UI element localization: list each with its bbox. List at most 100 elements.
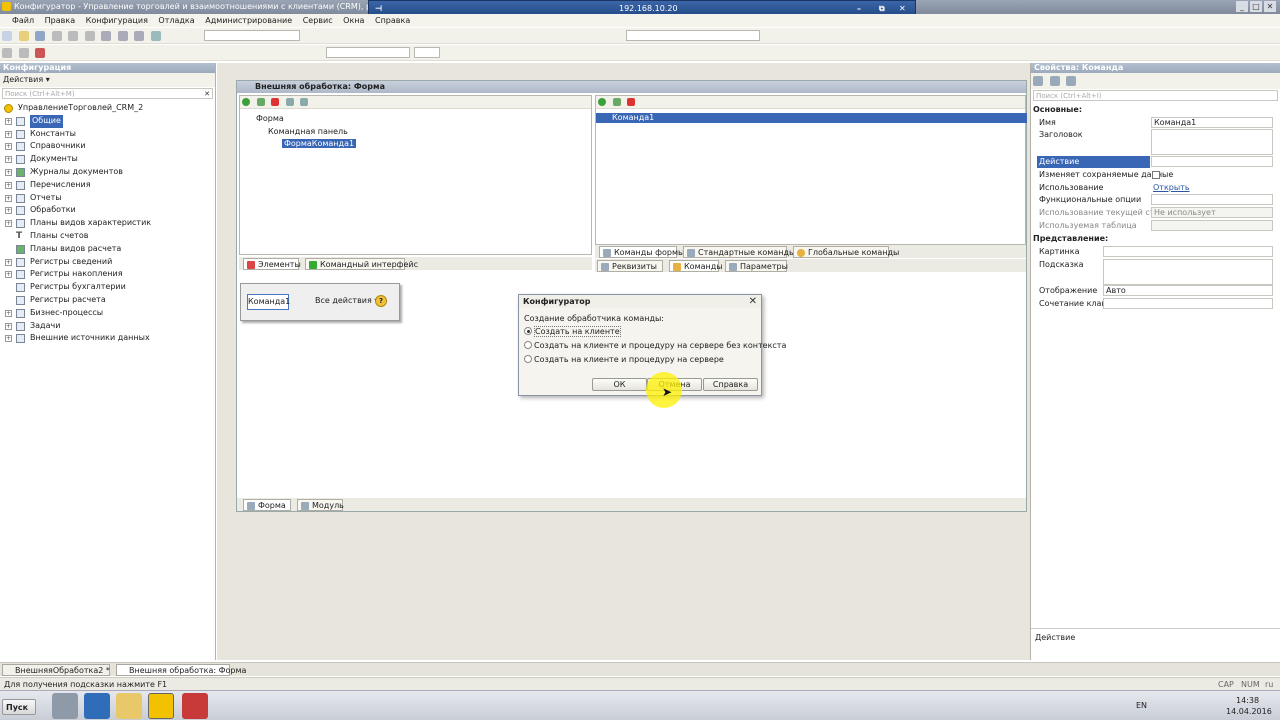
menu-config[interactable]: Конфигурация [82, 14, 152, 27]
edit-icon[interactable] [256, 98, 265, 106]
properties-search-input[interactable]: Поиск (Ctrl+Alt+I) [1033, 90, 1278, 101]
action-field[interactable] [1151, 156, 1273, 167]
option-client-server[interactable]: Создать на клиенте и процедуру на сервер… [524, 355, 724, 364]
expand-icon[interactable]: + [5, 168, 12, 176]
tree-item-tasks[interactable]: + Задачи [0, 320, 215, 333]
tab-elements[interactable]: Элементы [243, 258, 301, 270]
server-manager-icon[interactable] [52, 693, 78, 719]
expand-icon[interactable]: + [5, 220, 12, 228]
close-icon[interactable]: ✕ [749, 296, 757, 307]
current-row-field[interactable]: Не использует [1151, 207, 1273, 218]
menu-admin[interactable]: Администрирование [201, 14, 296, 27]
edit-command-icon[interactable] [612, 98, 621, 106]
preview-command-button[interactable]: Команда1 [247, 294, 290, 310]
tree-item-acc-registers[interactable]: Регистры бухгалтерии [0, 281, 215, 294]
tree-item-documents[interactable]: + Документы [0, 153, 215, 166]
minimize-button[interactable]: _ [1236, 1, 1248, 12]
redo-icon[interactable] [134, 31, 145, 41]
expand-icon[interactable]: + [5, 156, 12, 164]
tray-lang[interactable]: EN [1136, 701, 1147, 710]
find-icon[interactable] [150, 31, 161, 41]
tab-global-commands[interactable]: Глобальные команды [793, 246, 899, 258]
expand-icon[interactable]: + [5, 271, 12, 279]
font-combo[interactable] [326, 47, 410, 58]
display-select[interactable]: Авто [1103, 285, 1273, 296]
tab-commands[interactable]: Команды [669, 260, 723, 272]
tree-command-panel[interactable]: Командная панель [246, 127, 348, 136]
tree-item-calc-types[interactable]: Планы видов расчета [0, 243, 215, 256]
paste-icon[interactable] [84, 31, 95, 41]
maximize-button[interactable]: □ [1250, 1, 1262, 12]
save-icon[interactable] [35, 31, 46, 41]
menu-windows[interactable]: Окна [339, 14, 368, 27]
usage-link[interactable]: Открыть [1153, 182, 1190, 194]
func-options-field[interactable] [1151, 194, 1273, 205]
doc-tab-form[interactable]: Внешняя обработка: Форма [116, 664, 246, 676]
help-icon[interactable]: ? [375, 295, 387, 307]
tree-item-accounts[interactable]: T Планы счетов [0, 230, 215, 243]
modifies-checkbox[interactable] [1152, 171, 1160, 179]
all-actions-menu[interactable]: Все действия ▾ [315, 296, 378, 305]
command-row[interactable]: Команда1 [596, 113, 1027, 123]
menu-service[interactable]: Сервис [299, 14, 337, 27]
tree-item-catalogs[interactable]: + Справочники [0, 140, 215, 153]
tree-item-calc-registers[interactable]: Регистры расчета [0, 294, 215, 307]
tree-item-common[interactable]: + Общие [0, 114, 215, 128]
menu-help[interactable]: Справка [371, 14, 414, 27]
used-table-field[interactable] [1151, 220, 1273, 231]
delete-icon[interactable] [271, 98, 280, 106]
copy-icon[interactable] [68, 31, 79, 41]
expand-icon[interactable]: + [5, 258, 12, 266]
open-icon[interactable] [18, 31, 29, 41]
tree-item-enums[interactable]: + Перечисления [0, 179, 215, 192]
caption-field[interactable] [1151, 129, 1273, 155]
new-icon[interactable] [2, 31, 12, 41]
expand-icon[interactable]: + [5, 322, 12, 330]
tab-module[interactable]: Модуль [297, 499, 344, 511]
print-icon[interactable] [101, 31, 112, 41]
menu-debug[interactable]: Отладка [154, 14, 198, 27]
align-icon[interactable] [18, 48, 29, 58]
tab-attributes[interactable]: Реквизиты [597, 260, 663, 272]
ok-button[interactable]: ОК [592, 378, 647, 391]
config-search-input[interactable]: Поиск (Ctrl+Alt+M) ✕ [2, 88, 213, 99]
menu-file[interactable]: Файл [0, 14, 38, 27]
clear-search-icon[interactable]: ✕ [204, 89, 210, 99]
tree-item-accum-registers[interactable]: + Регистры накопления [0, 268, 215, 281]
move-up-icon[interactable] [285, 98, 294, 106]
actions-menu[interactable]: Действия ▾ [0, 73, 215, 87]
tree-item-journals[interactable]: + Журналы документов [0, 166, 215, 179]
start-button[interactable]: Пуск [2, 699, 36, 715]
sort-icon[interactable] [1049, 76, 1060, 86]
close-button[interactable]: ✕ [1264, 1, 1276, 12]
toolbox-icon[interactable] [182, 693, 208, 719]
tab-command-interface[interactable]: Командный интерфейс [305, 258, 418, 270]
expand-icon[interactable]: + [5, 309, 12, 317]
expand-icon[interactable]: + [5, 194, 12, 202]
tab-parameters[interactable]: Параметры [725, 260, 788, 272]
delete-command-icon[interactable] [627, 98, 636, 106]
tree-item-info-registers[interactable]: + Регистры сведений [0, 256, 215, 269]
expand-icon[interactable]: + [5, 207, 12, 215]
powershell-icon[interactable] [84, 693, 110, 719]
shortcut-field[interactable] [1103, 298, 1273, 309]
add-command-icon[interactable] [598, 98, 606, 106]
option-client[interactable]: Создать на клиенте [524, 326, 621, 337]
radio-selected[interactable] [524, 327, 532, 335]
radio[interactable] [524, 355, 532, 363]
expand-icon[interactable]: + [5, 181, 12, 189]
expand-icon[interactable]: + [5, 130, 12, 138]
expand-icon[interactable]: + [5, 335, 12, 343]
help-button[interactable]: Справка [703, 378, 758, 391]
tree-form-root[interactable]: Форма [244, 114, 284, 123]
cut-icon[interactable] [51, 31, 62, 41]
1c-app-icon[interactable] [148, 693, 174, 719]
tree-item-business-processes[interactable]: + Бизнес-процессы [0, 307, 215, 320]
explorer-icon[interactable] [116, 693, 142, 719]
tree-item-external-sources[interactable]: + Внешние источники данных [0, 332, 215, 345]
font-size-combo[interactable] [414, 47, 440, 58]
tree-form-command[interactable]: ФормаКоманда1 [282, 139, 357, 148]
menu-edit[interactable]: Правка [41, 14, 79, 27]
tree-item-constants[interactable]: + Константы [0, 128, 215, 141]
tree-item-processings[interactable]: + Обработки [0, 204, 215, 217]
